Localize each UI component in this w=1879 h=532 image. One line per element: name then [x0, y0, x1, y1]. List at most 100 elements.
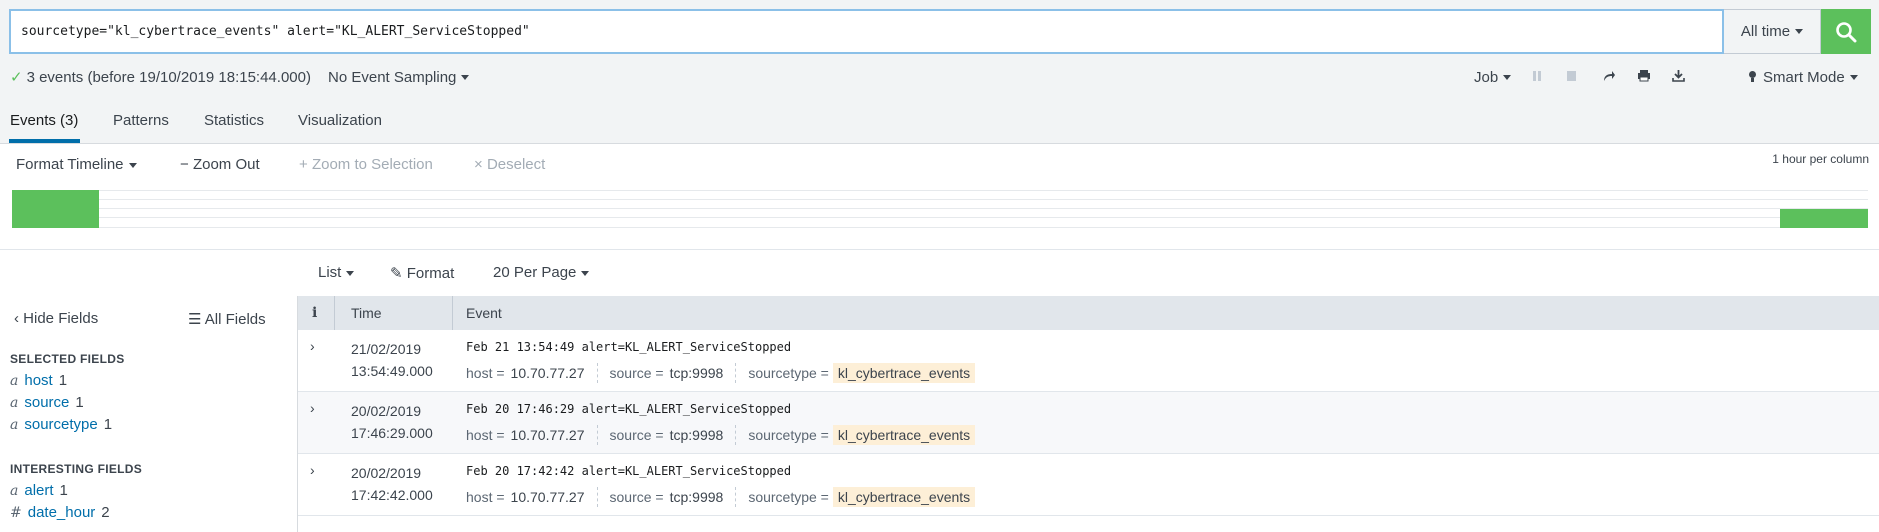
event-date: 21/02/2019 [351, 341, 422, 357]
field-count: 2 [101, 504, 110, 521]
field-key: sourcetype = [748, 427, 829, 443]
tab-patterns[interactable]: Patterns [113, 112, 169, 129]
string-type-icon: a [10, 395, 19, 411]
search-button[interactable] [1821, 9, 1871, 54]
table-row: › 20/02/2019 17:46:29.000 Feb 20 17:46:29… [298, 392, 1879, 454]
timeline-gridline [12, 217, 1868, 218]
field-key: host = [466, 365, 505, 381]
tab-statistics[interactable]: Statistics [204, 112, 264, 129]
field-key: source = [609, 427, 664, 443]
chevron-right-icon[interactable]: › [310, 338, 315, 354]
hide-fields-button[interactable]: ‹ Hide Fields [14, 310, 98, 327]
table-row: › 20/02/2019 17:42:42.000 Feb 20 17:42:42… [298, 454, 1879, 516]
deselect-button[interactable]: × Deselect [474, 156, 545, 173]
chevron-left-icon: ‹ [14, 310, 19, 327]
results-tabs: Events (3) Patterns Statistics Visualiza… [0, 100, 1879, 144]
field-key: sourcetype = [748, 489, 829, 505]
table-header: i Time Event [298, 296, 1879, 330]
time-range-picker[interactable]: All time [1724, 9, 1821, 54]
source-value[interactable]: tcp:9998 [670, 365, 724, 381]
event-fields: host = 10.70.77.27 source = tcp:9998 sourc… [466, 486, 976, 508]
time-range-label: All time [1740, 23, 1791, 40]
event-raw[interactable]: Feb 20 17:46:29 alert=KL_ALERT_ServiceSt… [466, 402, 791, 416]
print-button[interactable] [1637, 69, 1651, 85]
field-key: source = [609, 365, 664, 381]
job-menu[interactable]: Job [1474, 68, 1512, 86]
fields-sidebar: ‹ Hide Fields ☰ All Fields SELECTED FIEL… [0, 296, 298, 532]
close-icon: × [474, 156, 483, 173]
event-column-header: Event [466, 305, 502, 321]
sourcetype-value[interactable]: kl_cybertrace_events [832, 487, 976, 507]
field-item-sourcetype[interactable]: a sourcetype 1 [10, 416, 112, 433]
search-mode-dropdown[interactable]: Smart Mode [1748, 69, 1858, 86]
chevron-right-icon[interactable]: › [310, 400, 315, 416]
per-page-dropdown[interactable]: 20 Per Page [493, 264, 590, 281]
number-type-icon: # [10, 505, 22, 521]
sourcetype-value[interactable]: kl_cybertrace_events [832, 425, 976, 445]
event-raw[interactable]: Feb 21 13:54:49 alert=KL_ALERT_ServiceSt… [466, 340, 791, 354]
event-date: 20/02/2019 [351, 465, 422, 481]
active-tab-indicator [9, 139, 80, 143]
tab-visualization[interactable]: Visualization [298, 112, 382, 129]
source-value[interactable]: tcp:9998 [670, 427, 724, 443]
field-item-host[interactable]: a host 1 [10, 372, 67, 389]
tab-events[interactable]: Events (3) [10, 112, 78, 129]
export-button[interactable] [1672, 69, 1685, 85]
format-timeline-dropdown[interactable]: Format Timeline [16, 156, 137, 173]
share-button[interactable] [1602, 70, 1616, 85]
host-value[interactable]: 10.70.77.27 [511, 427, 585, 443]
timeline-panel: Format Timeline − Zoom Out + Zoom to Sel… [0, 144, 1879, 250]
event-time[interactable]: 21/02/2019 13:54:49.000 [351, 338, 433, 382]
host-value[interactable]: 10.70.77.27 [511, 489, 585, 505]
event-time[interactable]: 20/02/2019 17:42:42.000 [351, 462, 433, 506]
all-fields-button[interactable]: ☰ All Fields [188, 310, 266, 328]
timeline-chart[interactable] [12, 190, 1868, 228]
job-status-row: ✓ 3 events (before 19/10/2019 18:15:44.0… [10, 66, 1870, 88]
string-type-icon: a [10, 373, 19, 389]
job-label: Job [1474, 68, 1499, 86]
event-sampling-dropdown[interactable]: No Event Sampling [328, 68, 470, 86]
event-summary: 3 events (before 19/10/2019 18:15:44.000… [26, 68, 311, 86]
chevron-down-icon [461, 75, 470, 81]
timeline-gridline [12, 227, 1868, 228]
timeline-bar[interactable] [1780, 209, 1868, 228]
search-input[interactable]: sourcetype="kl_cybertrace_events" alert=… [9, 9, 1724, 54]
field-count: 1 [75, 394, 84, 411]
event-raw[interactable]: Feb 20 17:42:42 alert=KL_ALERT_ServiceSt… [466, 464, 791, 478]
chevron-right-icon[interactable]: › [310, 462, 315, 478]
zoom-to-selection-button[interactable]: + Zoom to Selection [299, 156, 433, 173]
host-value[interactable]: 10.70.77.27 [511, 365, 585, 381]
time-column-header[interactable]: Time [351, 296, 382, 330]
list-view-dropdown[interactable]: List [318, 264, 355, 281]
stop-button[interactable] [1566, 70, 1577, 85]
field-divider [596, 487, 598, 507]
timeline-gridline [12, 199, 1868, 200]
field-item-source[interactable]: a source 1 [10, 394, 84, 411]
field-item-date-hour[interactable]: # date_hour 2 [10, 504, 110, 521]
download-icon [1672, 70, 1685, 82]
event-clock: 13:54:49.000 [351, 363, 433, 379]
field-key: host = [466, 489, 505, 505]
table-row: › 21/02/2019 13:54:49.000 Feb 21 13:54:49… [298, 330, 1879, 392]
field-item-alert[interactable]: a alert 1 [10, 482, 68, 499]
source-value[interactable]: tcp:9998 [670, 489, 724, 505]
event-clock: 17:46:29.000 [351, 425, 433, 441]
pause-button[interactable] [1532, 70, 1542, 85]
column-divider [452, 296, 453, 330]
format-timeline-label: Format Timeline [16, 156, 124, 173]
per-page-label: 20 Per Page [493, 264, 577, 281]
timeline-gridline [12, 208, 1868, 209]
event-date: 20/02/2019 [351, 403, 422, 419]
event-time[interactable]: 20/02/2019 17:46:29.000 [351, 400, 433, 444]
zoom-out-label: Zoom Out [192, 156, 260, 173]
minus-icon: − [180, 156, 189, 173]
zoom-out-button[interactable]: − Zoom Out [180, 156, 260, 173]
field-key: sourcetype = [748, 365, 829, 381]
field-count: 1 [59, 482, 68, 499]
field-name: date_hour [27, 504, 96, 521]
event-sampling-label: No Event Sampling [328, 68, 457, 86]
sourcetype-value[interactable]: kl_cybertrace_events [832, 363, 976, 383]
column-divider [334, 296, 335, 330]
format-button[interactable]: ✎ Format [390, 264, 454, 282]
timeline-bar[interactable] [12, 190, 99, 228]
